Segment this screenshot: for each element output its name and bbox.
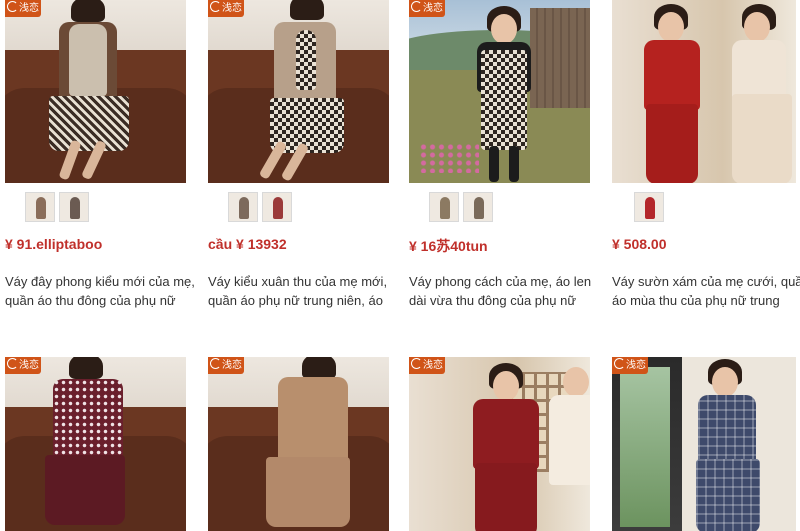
product-title[interactable]: Váy đây phong kiểu mới của mẹ, quần áo t… <box>5 272 195 310</box>
shop-logo-icon: 浅恋 <box>5 0 41 17</box>
product-title[interactable]: Váy sườn xám của mẹ cưới, quần áo mùa th… <box>612 272 800 310</box>
product-image[interactable] <box>612 0 796 183</box>
thumbnail[interactable] <box>228 192 258 222</box>
shop-logo-icon: 浅恋 <box>208 357 244 374</box>
thumbnail[interactable] <box>634 192 664 222</box>
product-image[interactable]: 浅恋 <box>612 357 796 531</box>
product-image[interactable]: 浅恋 <box>409 357 590 531</box>
thumbnail[interactable] <box>429 192 459 222</box>
shop-logo-icon: 浅恋 <box>409 0 445 17</box>
thumbnail[interactable] <box>262 192 292 222</box>
thumbnail-strip <box>25 192 89 222</box>
product-card-4[interactable]: ¥ 508.00 Váy sườn xám của mẹ cưới, quần … <box>612 0 800 308</box>
shop-logo-icon: 浅恋 <box>5 357 41 374</box>
shop-logo-icon: 浅恋 <box>409 357 445 374</box>
shop-logo-icon: 浅恋 <box>208 0 244 17</box>
product-image[interactable]: 浅恋 <box>409 0 590 183</box>
product-image[interactable]: 浅恋 <box>5 357 186 531</box>
product-price: ¥ 508.00 <box>612 236 667 252</box>
thumbnail[interactable] <box>59 192 89 222</box>
product-image[interactable]: 浅恋 <box>208 357 389 531</box>
product-title[interactable]: Váy phong cách của mẹ, áo len dài vừa th… <box>409 272 599 310</box>
product-card-2[interactable]: 浅恋 cầu ¥ 13932 Váy kiểu xuân thu của mẹ … <box>208 0 392 308</box>
thumbnail[interactable] <box>463 192 493 222</box>
product-price: cầu ¥ 13932 <box>208 236 287 252</box>
thumbnail[interactable] <box>25 192 55 222</box>
product-card-5[interactable]: 浅恋 <box>5 357 189 531</box>
thumbnail-strip <box>429 192 493 222</box>
shop-logo-icon: 浅恋 <box>612 357 648 374</box>
product-card-6[interactable]: 浅恋 <box>208 357 392 531</box>
thumbnail-strip <box>228 192 292 222</box>
product-card-1[interactable]: 浅恋 ¥ 91.elliptaboo Váy đây phong kiểu mớ… <box>5 0 195 308</box>
product-card-8[interactable]: 浅恋 <box>612 357 796 531</box>
product-card-7[interactable]: 浅恋 <box>409 357 593 531</box>
product-price: ¥ 16苏40tun <box>409 238 488 254</box>
product-image[interactable]: 浅恋 <box>5 0 186 183</box>
thumbnail-strip <box>634 192 664 222</box>
product-card-3[interactable]: 浅恋 ¥ 16苏40tun Váy phong cách của mẹ, áo … <box>409 0 593 308</box>
product-title[interactable]: Váy kiểu xuân thu của mẹ mới, quần áo ph… <box>208 272 398 310</box>
product-image[interactable]: 浅恋 <box>208 0 389 183</box>
product-price: ¥ 91.elliptaboo <box>5 236 103 252</box>
